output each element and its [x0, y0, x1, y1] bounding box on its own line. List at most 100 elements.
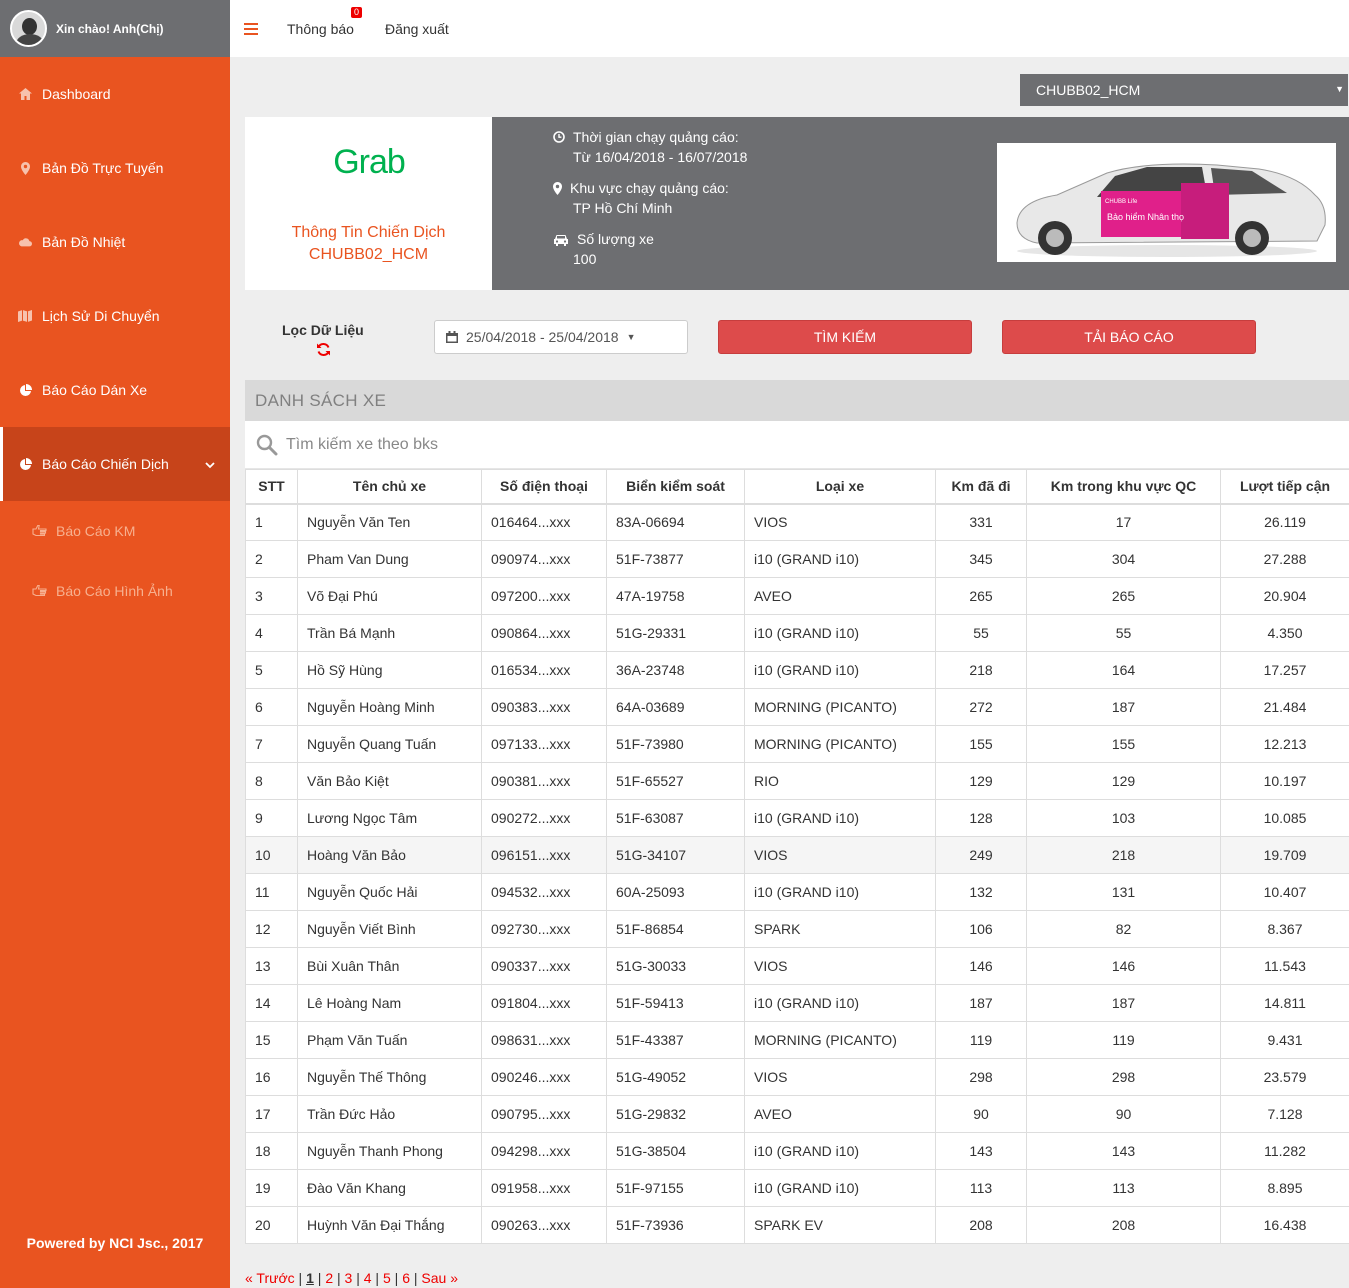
table-cell: 19 — [245, 1169, 298, 1207]
table-cell: 103 — [1026, 799, 1221, 837]
table-cell: 20.904 — [1220, 577, 1349, 615]
table-row[interactable]: 13 Bùi Xuân Thân 090337...xxx 51G-30033 VIOS… — [245, 947, 1349, 985]
table-cell: 091804...xxx — [481, 984, 607, 1022]
table-row[interactable]: 4 Trần Bá Mạnh 090864...xxx 51G-29331 i10 (G… — [245, 614, 1349, 652]
search-button[interactable]: TÌM KIẾM — [718, 320, 972, 354]
table-row[interactable]: 8 Văn Bảo Kiệt 090381...xxx 51F-65527 RIO 129… — [245, 762, 1349, 800]
table-cell: 187 — [935, 984, 1027, 1022]
sidebar-item-4[interactable]: Lịch Sử Di Chuyển — [0, 279, 230, 353]
table-cell: 64A-03689 — [606, 688, 745, 726]
pagination-page-link[interactable]: 2 — [325, 1270, 333, 1286]
sidebar-item-1[interactable]: Dashboard — [0, 57, 230, 131]
table-cell: 17 — [245, 1095, 298, 1133]
table-cell: 4 — [245, 614, 298, 652]
table-cell: 143 — [1026, 1132, 1221, 1170]
sidebar-subitem-1[interactable]: Báo Cáo KM — [0, 501, 230, 561]
avatar[interactable] — [10, 10, 47, 47]
app-root: Xin chào! Anh(Chị) Dashboard Bản Đồ Trực … — [0, 0, 1349, 1288]
table-cell: i10 (GRAND i10) — [744, 614, 936, 652]
table-cell: Hồ Sỹ Hùng — [297, 651, 482, 689]
map-icon — [18, 309, 32, 323]
sidebar-item-3[interactable]: Bản Đồ Nhiệt — [0, 205, 230, 279]
table-row[interactable]: 12 Nguyễn Viết Bình 092730...xxx 51F-86854 S… — [245, 910, 1349, 948]
pagination-page-link[interactable]: 4 — [364, 1270, 372, 1286]
pagination-prev-link[interactable]: « Trước — [245, 1270, 295, 1286]
date-range-picker[interactable]: 25/04/2018 - 25/04/2018 ▼ — [434, 320, 688, 354]
table-row[interactable]: 1 Nguyễn Văn Ten 016464...xxx 83A-06694 VIOS… — [245, 503, 1349, 541]
pagination-page-link[interactable]: 1 — [306, 1270, 314, 1286]
sidebar-item-2[interactable]: Bản Đồ Trực Tuyến — [0, 131, 230, 205]
table-row[interactable]: 11 Nguyễn Quốc Hải 094532...xxx 60A-25093 i1… — [245, 873, 1349, 911]
table-row[interactable]: 5 Hồ Sỹ Hùng 016534...xxx 36A-23748 i10 (GRA… — [245, 651, 1349, 689]
column-header[interactable]: STT — [245, 469, 298, 505]
table-cell: Văn Bảo Kiệt — [297, 762, 482, 800]
table-row[interactable]: 14 Lê Hoàng Nam 091804...xxx 51F-59413 i10 (… — [245, 984, 1349, 1022]
column-header[interactable]: Lượt tiếp cận — [1220, 469, 1349, 505]
table-cell: 51F-86854 — [606, 910, 745, 948]
pagination-page-link[interactable]: 3 — [345, 1270, 353, 1286]
table-row[interactable]: 19 Đào Văn Khang 091958...xxx 51F-97155 i10 … — [245, 1169, 1349, 1207]
table-cell: 265 — [1026, 577, 1221, 615]
table-cell: Đào Văn Khang — [297, 1169, 482, 1207]
download-report-button[interactable]: TẢI BÁO CÁO — [1002, 320, 1256, 354]
sidebar-subitem-2[interactable]: Báo Cáo Hình Ảnh — [0, 561, 230, 621]
sidebar-item-6[interactable]: Báo Cáo Chiến Dịch — [0, 427, 230, 501]
table-cell: Nguyễn Thanh Phong — [297, 1132, 482, 1170]
refresh-icon[interactable] — [316, 342, 331, 360]
table-row[interactable]: 16 Nguyễn Thế Thông 090246...xxx 51G-49052 V… — [245, 1058, 1349, 1096]
table-row[interactable]: 15 Phạm Văn Tuấn 098631...xxx 51F-43387 MORN… — [245, 1021, 1349, 1059]
column-header[interactable]: Số điện thoại — [481, 469, 607, 505]
logout-link[interactable]: Đăng xuất — [385, 21, 449, 37]
table-cell: 82 — [1026, 910, 1221, 948]
campaign-info-card: Grab Thông Tin Chiến Dịch CHUBB02_HCM — [245, 117, 492, 290]
column-header[interactable]: Km đã đi — [935, 469, 1027, 505]
table-cell: 15 — [245, 1021, 298, 1059]
table-cell: AVEO — [744, 1095, 936, 1133]
table-cell: 55 — [935, 614, 1027, 652]
column-header[interactable]: Loại xe — [744, 469, 936, 505]
table-row[interactable]: 9 Lương Ngọc Tâm 090272...xxx 51F-63087 i10 … — [245, 799, 1349, 837]
table-row[interactable]: 7 Nguyễn Quang Tuấn 097133...xxx 51F-73980 M… — [245, 725, 1349, 763]
table-cell: VIOS — [744, 503, 936, 541]
campaign-title: Thông Tin Chiến Dịch CHUBB02_HCM — [245, 222, 492, 266]
table-row[interactable]: 18 Nguyễn Thanh Phong 094298...xxx 51G-3850… — [245, 1132, 1349, 1170]
sidebar-item-5[interactable]: Báo Cáo Dán Xe — [0, 353, 230, 427]
sidebar-footer: Powered by NCI Jsc., 2017 — [26, 1235, 204, 1251]
table-header-row: STT Tên chủ xe Số điện thoại Biển kiểm soát… — [245, 469, 1349, 505]
table-row[interactable]: 20 Huỳnh Văn Đại Thắng 090263...xxx 51F-739… — [245, 1206, 1349, 1244]
pagination-page-link[interactable]: 6 — [402, 1270, 410, 1286]
table-cell: 51G-30033 — [606, 947, 745, 985]
menu-toggle-icon[interactable] — [244, 22, 258, 35]
table-cell: 14 — [245, 984, 298, 1022]
notifications-link[interactable]: Thông báo 0 — [287, 6, 362, 37]
table-row[interactable]: 3 Võ Đại Phú 097200...xxx 47A-19758 AVEO 265 2… — [245, 577, 1349, 615]
table-row[interactable]: 17 Trần Đức Hảo 090795...xxx 51G-29832 AVEO 9… — [245, 1095, 1349, 1133]
campaign-area-label: Khu vực chạy quảng cáo: — [570, 180, 729, 196]
pagination-next-link[interactable]: Sau » — [421, 1270, 458, 1286]
table-cell: AVEO — [744, 577, 936, 615]
campaign-cars-value: 100 — [573, 251, 597, 267]
pagination-page-link[interactable]: 5 — [383, 1270, 391, 1286]
svg-text:Bảo hiểm Nhân thọ: Bảo hiểm Nhân thọ — [1107, 212, 1184, 222]
campaign-select[interactable]: CHUBB02_HCM ▼ — [1020, 74, 1348, 106]
table-cell: 345 — [935, 540, 1027, 578]
campaign-cars: Số lượng xe 100 — [553, 229, 654, 269]
table-cell: 8 — [245, 762, 298, 800]
sidebar-item-label: Báo Cáo Dán Xe — [42, 382, 148, 398]
table-cell: Pham Van Dung — [297, 540, 482, 578]
table-cell: 10.085 — [1220, 799, 1349, 837]
table-row[interactable]: 6 Nguyễn Hoàng Minh 090383...xxx 64A-03689 M… — [245, 688, 1349, 726]
table-row[interactable]: 10 Hoàng Văn Bảo 096151...xxx 51G-34107 VIOS… — [245, 836, 1349, 874]
table-cell: Hoàng Văn Bảo — [297, 836, 482, 874]
vehicle-table: STT Tên chủ xe Số điện thoại Biển kiểm soát… — [245, 469, 1349, 1244]
grab-logo: Grab — [333, 145, 406, 179]
column-header[interactable]: Km trong khu vực QC — [1026, 469, 1221, 505]
column-header[interactable]: Biển kiểm soát — [606, 469, 745, 505]
chevron-down-icon — [205, 456, 215, 472]
pie-chart-icon — [18, 383, 32, 397]
table-row[interactable]: 2 Pham Van Dung 090974...xxx 51F-73877 i10 (… — [245, 540, 1349, 578]
column-header[interactable]: Tên chủ xe — [297, 469, 482, 505]
table-cell: 55 — [1026, 614, 1221, 652]
table-cell: 14.811 — [1220, 984, 1349, 1022]
vehicle-search-input[interactable] — [286, 435, 1186, 454]
